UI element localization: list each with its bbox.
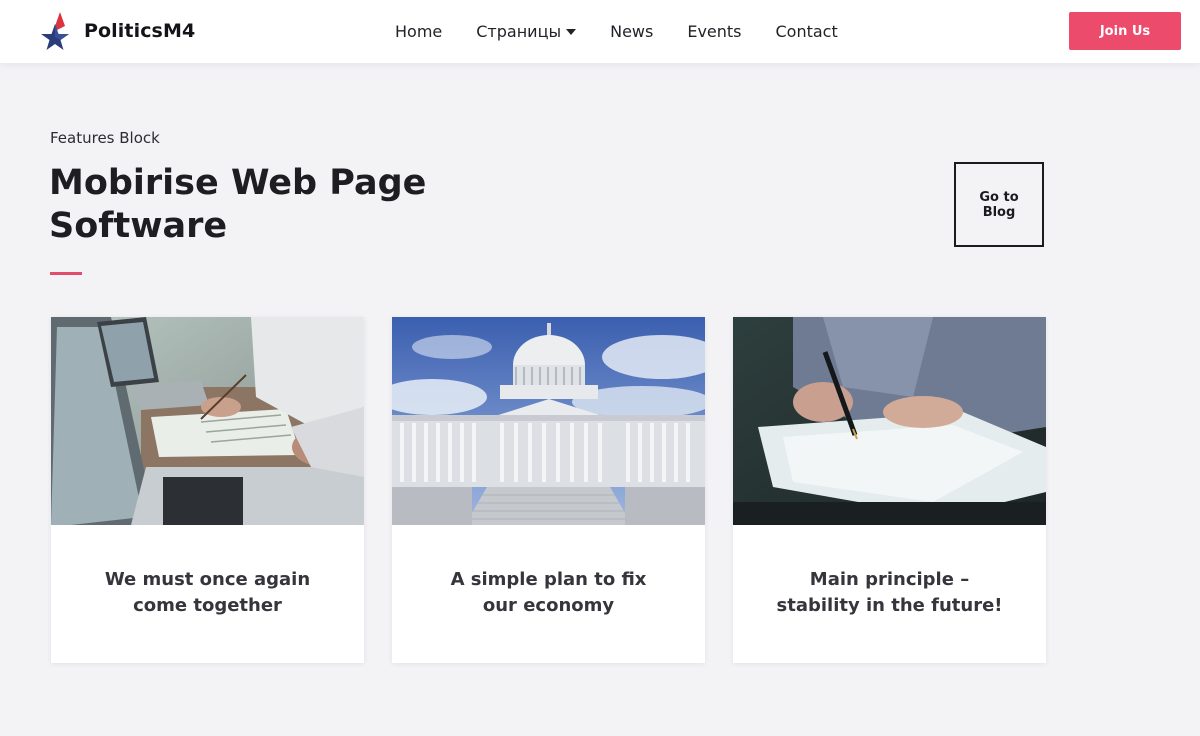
nav-item-news[interactable]: News xyxy=(610,22,653,41)
go-to-blog-label: Go to Blog xyxy=(979,189,1019,220)
join-us-button[interactable]: Join Us xyxy=(1069,12,1181,50)
go-to-blog-button[interactable]: Go to Blog xyxy=(954,162,1044,247)
caret-down-icon xyxy=(566,28,577,35)
section-kicker: Features Block xyxy=(50,129,160,147)
nav-item-label: News xyxy=(610,22,654,41)
feature-card[interactable]: Main principle – stability in the future… xyxy=(733,317,1046,663)
feature-card[interactable]: We must once again come together xyxy=(51,317,364,663)
nav-item-contact[interactable]: Contact xyxy=(776,22,838,41)
capitol-building-photo xyxy=(392,317,705,525)
main-nav: Home Страницы News Events Contact xyxy=(395,0,838,63)
signing-document-photo xyxy=(733,317,1046,525)
star-flag-logo-icon[interactable] xyxy=(38,10,72,52)
card-title: A simple plan to fix our economy xyxy=(450,569,647,616)
nav-item-label: Events xyxy=(687,22,742,41)
card-title: We must once again come together xyxy=(104,569,311,616)
laptop-desk-photo xyxy=(51,317,364,525)
title-divider xyxy=(50,272,82,275)
nav-item-label: Contact xyxy=(775,22,838,41)
feature-card[interactable]: A simple plan to fix our economy xyxy=(392,317,705,663)
nav-item-pages[interactable]: Страницы xyxy=(476,22,577,41)
nav-item-events[interactable]: Events xyxy=(687,22,741,41)
navbar: PoliticsM4 Home Страницы News Events Con… xyxy=(0,0,1200,63)
brand-name[interactable]: PoliticsM4 xyxy=(84,20,195,42)
nav-item-home[interactable]: Home xyxy=(395,22,442,41)
card-title: Main principle – stability in the future… xyxy=(776,569,1003,616)
nav-item-label: Home xyxy=(395,22,443,41)
nav-item-label: Страницы xyxy=(476,22,562,41)
page-title: Mobirise Web Page Software xyxy=(49,163,427,246)
brand[interactable]: PoliticsM4 xyxy=(38,10,195,52)
